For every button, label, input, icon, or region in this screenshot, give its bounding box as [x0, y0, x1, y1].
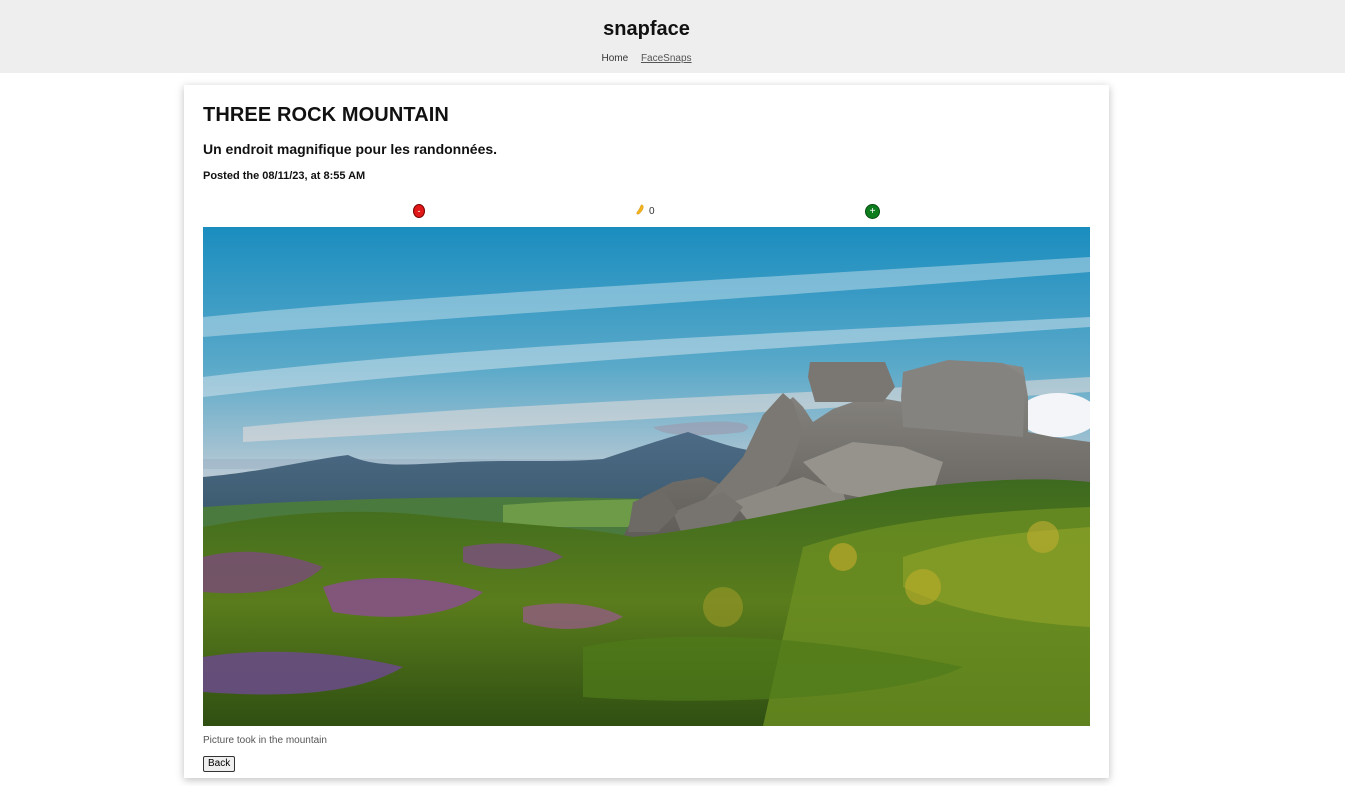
posted-date: Posted the 08/11/23, at 8:55 AM [203, 170, 366, 182]
snap-count-value: 0 [649, 206, 655, 217]
brand-title: snapface [603, 18, 690, 40]
back-button[interactable]: Back [203, 756, 236, 772]
snap-button[interactable]: + [865, 204, 880, 219]
nav-link-facesnaps[interactable]: FaceSnaps [641, 53, 692, 64]
facesnap-card: THREE ROCK MOUNTAIN Un endroit magnifiqu… [184, 85, 1109, 778]
facesnap-image [203, 227, 1090, 726]
facesnap-title: THREE ROCK MOUNTAIN [203, 104, 449, 126]
mountain-landscape-image [203, 227, 1090, 726]
snap-counter: 0 [636, 204, 655, 217]
site-header: snapface Home FaceSnaps [0, 0, 1345, 73]
unsnap-button[interactable]: - [413, 204, 425, 218]
image-caption: Picture took in the mountain [203, 735, 327, 746]
nav-link-home[interactable]: Home [601, 53, 628, 64]
snap-fingers-icon [636, 204, 644, 215]
facesnap-description: Un endroit magnifique pour les randonnée… [203, 141, 498, 157]
main-nav: Home FaceSnaps [0, 53, 1293, 64]
